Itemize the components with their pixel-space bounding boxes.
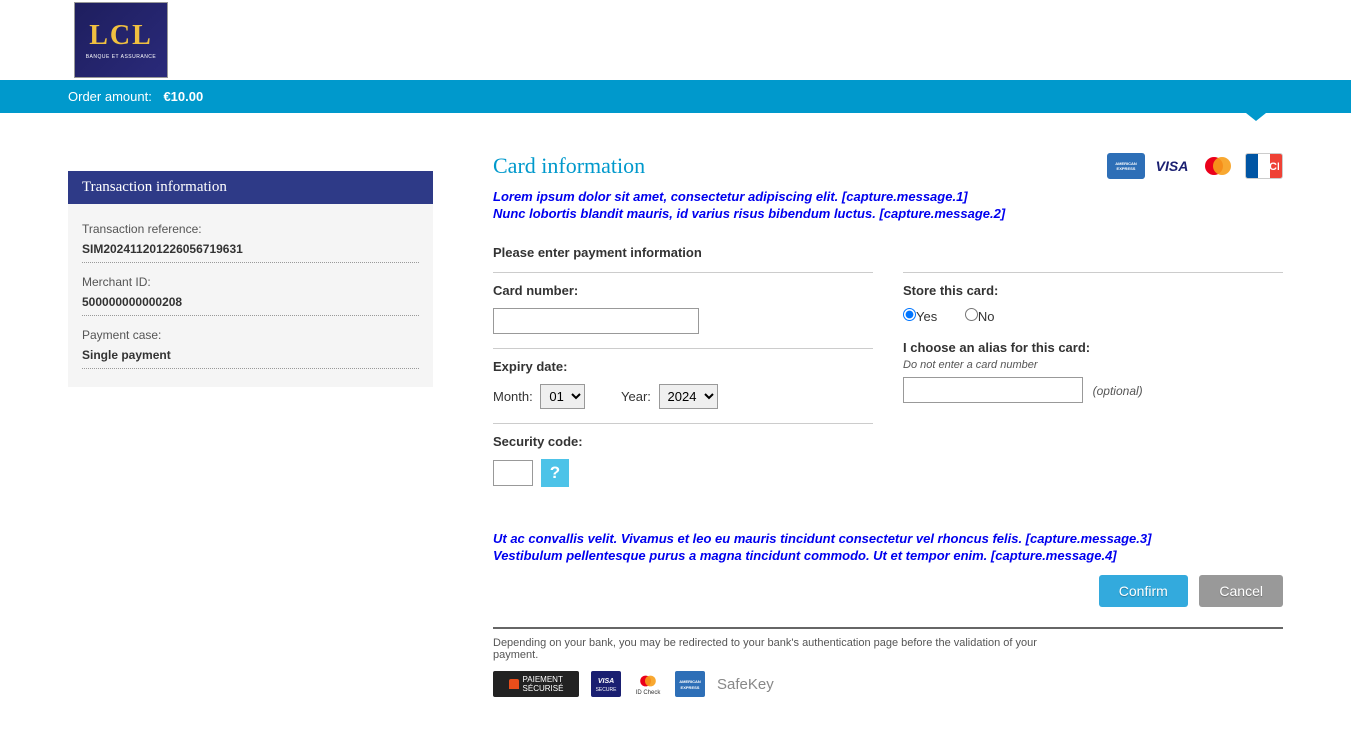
- visa-icon: VISA: [1153, 153, 1191, 179]
- store-no-option[interactable]: No: [965, 309, 995, 324]
- amex-icon: AMERICANEXPRESS: [1107, 153, 1145, 179]
- info-row-reference: Transaction reference: SIM20241120122605…: [82, 216, 419, 263]
- header: LCL BANQUE ET ASSURANCE: [0, 0, 1351, 80]
- redirect-note: Depending on your bank, you may be redir…: [493, 637, 1053, 661]
- expiry-month-select[interactable]: 01: [540, 384, 585, 409]
- info-row-paymentcase: Payment case: Single payment: [82, 322, 419, 369]
- transaction-info-sidebar: Transaction information Transaction refe…: [68, 171, 433, 697]
- cvv-help-button[interactable]: ?: [541, 459, 569, 487]
- cancel-button[interactable]: Cancel: [1199, 575, 1283, 607]
- svg-text:EXPRESS: EXPRESS: [1117, 166, 1136, 171]
- alias-label: I choose an alias for this card:: [903, 340, 1283, 355]
- store-card-label: Store this card:: [903, 283, 1283, 298]
- expiry-date-label: Expiry date:: [493, 359, 873, 374]
- mastercard-idcheck-icon: ID Check: [633, 671, 663, 697]
- store-yes-radio[interactable]: [903, 308, 916, 321]
- card-number-label: Card number:: [493, 283, 873, 298]
- svg-text:VISA: VISA: [598, 678, 614, 685]
- info-label: Transaction reference:: [82, 222, 419, 236]
- month-label: Month:: [493, 389, 533, 404]
- paiement-securise-icon: PAIEMENTSÉCURISÉ: [493, 671, 579, 697]
- svg-text:AMERICAN: AMERICAN: [679, 679, 701, 684]
- sidebar-title: Transaction information: [68, 171, 433, 204]
- info-value: SIM202411201226056719631: [82, 242, 419, 256]
- card-form: Card information AMERICANEXPRESS VISA CB…: [493, 153, 1283, 697]
- security-code-input[interactable]: [493, 460, 533, 486]
- svg-text:SECURE: SECURE: [596, 687, 618, 693]
- store-no-radio[interactable]: [965, 308, 978, 321]
- info-value: Single payment: [82, 348, 419, 362]
- capture-message-1: Lorem ipsum dolor sit amet, consectetur …: [493, 189, 1283, 204]
- info-row-merchant: Merchant ID: 500000000000208: [82, 269, 419, 316]
- info-label: Payment case:: [82, 328, 419, 342]
- expiry-year-select[interactable]: 2024: [659, 384, 718, 409]
- mastercard-icon: [1199, 153, 1237, 179]
- safekey-label: SafeKey: [717, 676, 774, 693]
- security-logos: PAIEMENTSÉCURISÉ VISA SECURE ID Check AME…: [493, 671, 1283, 697]
- separator: [493, 627, 1283, 629]
- order-amount-bar: Order amount: €10.00: [0, 80, 1351, 113]
- accepted-card-logos: AMERICANEXPRESS VISA CB: [1107, 153, 1283, 179]
- visa-secure-icon: VISA SECURE: [591, 671, 621, 697]
- svg-text:CB: CB: [1269, 161, 1279, 173]
- year-label: Year:: [621, 389, 651, 404]
- security-code-label: Security code:: [493, 434, 873, 449]
- capture-message-3: Ut ac convallis velit. Vivamus et leo eu…: [493, 531, 1283, 546]
- alias-input[interactable]: [903, 377, 1083, 403]
- lcl-logo: LCL BANQUE ET ASSURANCE: [74, 2, 168, 78]
- optional-label: (optional): [1093, 384, 1143, 398]
- page-title: Card information: [493, 153, 645, 179]
- instruction-text: Please enter payment information: [493, 245, 1283, 260]
- confirm-button[interactable]: Confirm: [1099, 575, 1188, 607]
- info-value: 500000000000208: [82, 295, 419, 309]
- logo-subtext: BANQUE ET ASSURANCE: [86, 54, 157, 60]
- order-amount-label: Order amount:: [68, 89, 152, 104]
- alias-hint: Do not enter a card number: [903, 359, 1283, 371]
- store-yes-option[interactable]: Yes: [903, 309, 937, 324]
- amex-small-icon: AMERICANEXPRESS: [675, 671, 705, 697]
- logo-text: LCL: [89, 20, 153, 52]
- capture-message-2: Nunc lobortis blandit mauris, id varius …: [493, 206, 1283, 221]
- cb-icon: CB: [1245, 153, 1283, 179]
- capture-message-4: Vestibulum pellentesque purus a magna ti…: [493, 548, 1283, 563]
- card-number-input[interactable]: [493, 308, 699, 334]
- order-amount-value: €10.00: [163, 89, 203, 104]
- info-label: Merchant ID:: [82, 275, 419, 289]
- svg-text:EXPRESS: EXPRESS: [681, 685, 700, 690]
